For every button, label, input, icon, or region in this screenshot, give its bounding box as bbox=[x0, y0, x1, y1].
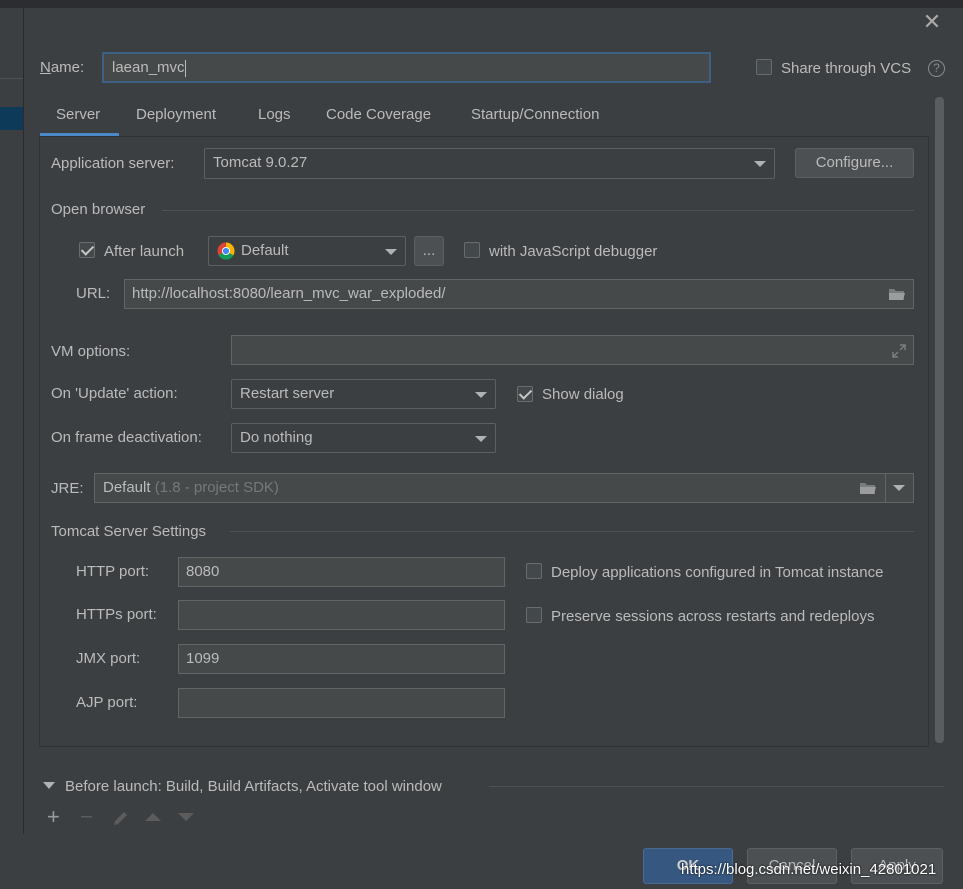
vertical-scrollbar[interactable] bbox=[935, 97, 944, 743]
collapse-triangle-icon[interactable] bbox=[43, 782, 55, 789]
url-label: URL: bbox=[76, 285, 111, 302]
chevron-down-icon bbox=[754, 161, 766, 167]
move-up-icon[interactable] bbox=[145, 813, 161, 821]
http-port-label: HTTP port: bbox=[76, 563, 150, 580]
preserve-sessions-label: Preserve sessions across restarts and re… bbox=[551, 608, 875, 625]
add-icon[interactable]: + bbox=[47, 806, 60, 828]
configure-button[interactable]: Configure... bbox=[795, 148, 914, 178]
text-cursor bbox=[184, 59, 186, 77]
on-update-dropdown[interactable]: Restart server bbox=[231, 379, 496, 409]
open-browser-separator bbox=[162, 210, 914, 211]
browser-more-label: ... bbox=[422, 242, 436, 259]
after-launch-label: After launch bbox=[104, 243, 185, 260]
jmx-port-input[interactable]: 1099 bbox=[178, 644, 505, 674]
share-vcs-label: Share through VCS bbox=[781, 60, 912, 77]
url-input[interactable]: http://localhost:8080/learn_mvc_war_expl… bbox=[124, 279, 914, 309]
folder-icon[interactable] bbox=[859, 481, 877, 495]
chevron-down-icon bbox=[475, 392, 487, 398]
chevron-down-icon bbox=[893, 485, 905, 491]
name-label: Name: bbox=[40, 59, 85, 76]
tab-server[interactable]: Server bbox=[56, 106, 100, 123]
before-launch-label: Before launch: Build, Build Artifacts, A… bbox=[65, 778, 442, 795]
editor-tab-strip bbox=[0, 0, 963, 8]
deploy-apps-checkbox[interactable] bbox=[526, 563, 542, 579]
configuration-list-panel bbox=[0, 8, 24, 834]
http-port-value: 8080 bbox=[186, 563, 220, 580]
browser-more-button[interactable]: ... bbox=[414, 236, 444, 266]
vm-options-label: VM options: bbox=[51, 343, 131, 360]
app-server-dropdown[interactable]: Tomcat 9.0.27 bbox=[204, 148, 775, 179]
open-browser-label: Open browser bbox=[51, 201, 146, 218]
preserve-sessions-checkbox[interactable] bbox=[526, 607, 542, 623]
on-update-label: On 'Update' action: bbox=[51, 385, 178, 402]
js-debugger-checkbox[interactable] bbox=[464, 242, 480, 258]
app-server-value: Tomcat 9.0.27 bbox=[213, 154, 308, 171]
chevron-down-icon bbox=[385, 249, 397, 255]
left-strip-bottom bbox=[0, 834, 24, 889]
jre-combobox[interactable]: Default (1.8 - project SDK) bbox=[94, 473, 914, 503]
expand-icon[interactable] bbox=[891, 343, 907, 359]
move-down-icon[interactable] bbox=[178, 813, 194, 821]
show-dialog-label: Show dialog bbox=[542, 386, 624, 403]
watermark-text: https://blog.csdn.net/weixin_42801021 bbox=[681, 861, 937, 878]
https-port-input[interactable] bbox=[178, 600, 505, 630]
http-port-input[interactable]: 8080 bbox=[178, 557, 505, 587]
on-update-value: Restart server bbox=[240, 385, 335, 402]
tomcat-settings-label: Tomcat Server Settings bbox=[51, 523, 207, 540]
ajp-port-label: AJP port: bbox=[76, 694, 138, 711]
on-frame-label: On frame deactivation: bbox=[51, 429, 202, 446]
chevron-down-icon bbox=[475, 436, 487, 442]
jre-value: Default bbox=[103, 479, 151, 496]
browser-value: Default bbox=[241, 242, 289, 259]
question-circle-icon[interactable]: ? bbox=[928, 60, 945, 77]
chrome-icon bbox=[217, 242, 235, 260]
configuration-list-divider bbox=[0, 78, 23, 79]
vm-options-input[interactable] bbox=[231, 335, 914, 365]
ajp-port-input[interactable] bbox=[178, 688, 505, 718]
configure-label: Configure... bbox=[815, 154, 894, 171]
jre-label: JRE: bbox=[51, 480, 84, 497]
tab-code-coverage[interactable]: Code Coverage bbox=[326, 106, 431, 123]
js-debugger-label: with JavaScript debugger bbox=[489, 243, 658, 260]
name-value: laean_mvc bbox=[112, 59, 185, 76]
show-dialog-checkbox[interactable] bbox=[517, 386, 533, 402]
on-frame-value: Do nothing bbox=[240, 429, 313, 446]
jmx-port-value: 1099 bbox=[186, 650, 220, 667]
share-vcs-checkbox[interactable] bbox=[756, 59, 772, 75]
after-launch-checkbox[interactable] bbox=[79, 242, 95, 258]
close-icon[interactable]: ✕ bbox=[920, 10, 944, 34]
edit-icon[interactable] bbox=[112, 809, 130, 827]
jmx-port-label: JMX port: bbox=[76, 650, 141, 667]
before-launch-separator bbox=[489, 786, 944, 787]
jre-hint: (1.8 - project SDK) bbox=[154, 479, 279, 496]
tab-startup-connection[interactable]: Startup/Connection bbox=[471, 106, 599, 123]
url-value: http://localhost:8080/learn_mvc_war_expl… bbox=[132, 285, 446, 302]
configuration-list-selected-item[interactable] bbox=[0, 107, 23, 130]
on-frame-dropdown[interactable]: Do nothing bbox=[231, 423, 496, 453]
app-server-label: Application server: bbox=[51, 155, 175, 172]
tomcat-settings-separator bbox=[230, 531, 914, 532]
https-port-label: HTTPs port: bbox=[76, 606, 157, 623]
jre-dropdown-button[interactable] bbox=[886, 474, 913, 502]
browser-dropdown[interactable]: Default bbox=[208, 236, 406, 266]
remove-icon[interactable]: − bbox=[80, 806, 93, 828]
deploy-apps-label: Deploy applications configured in Tomcat… bbox=[551, 564, 884, 581]
tab-logs[interactable]: Logs bbox=[258, 106, 291, 123]
name-input[interactable]: laean_mvc bbox=[102, 52, 711, 83]
tab-deployment[interactable]: Deployment bbox=[136, 106, 216, 123]
folder-icon[interactable] bbox=[888, 287, 906, 301]
